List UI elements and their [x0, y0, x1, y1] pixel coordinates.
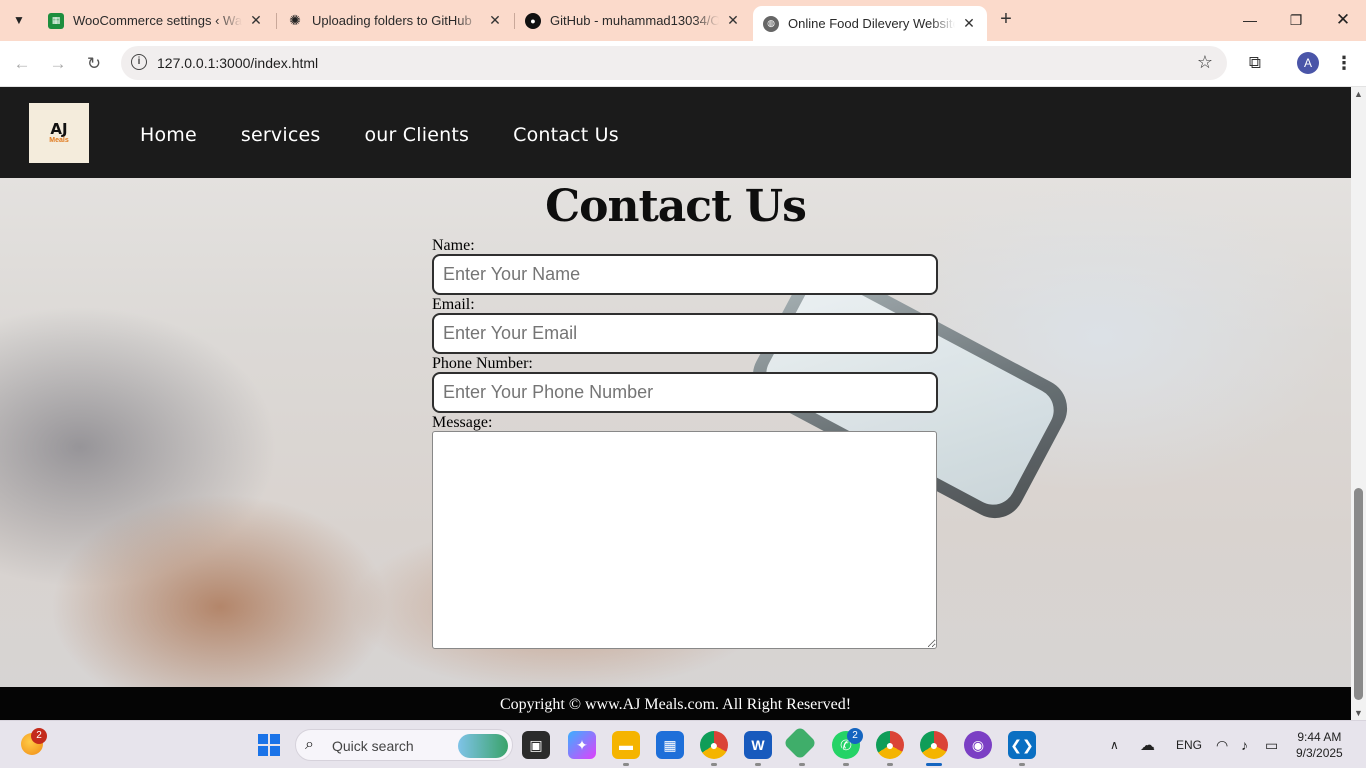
- minimize-icon[interactable]: —: [1238, 8, 1262, 32]
- app-running-indicator: [623, 763, 629, 766]
- chrome-active-icon[interactable]: ●: [920, 731, 948, 759]
- message-label: Message:: [432, 414, 493, 431]
- tab-title: GitHub - muhammad13034/On: [550, 13, 719, 28]
- github-icon: ●: [525, 12, 541, 29]
- contact-title: Contact Us: [545, 181, 807, 232]
- name-input[interactable]: Enter Your Name: [432, 254, 938, 295]
- taskbar-clock[interactable]: 9:44 AM 9/3/2025: [1296, 729, 1343, 761]
- chrome-icon[interactable]: ●: [700, 731, 728, 759]
- app-running-indicator: [887, 763, 893, 766]
- search-highlight-image: [458, 734, 508, 758]
- task-view-icon[interactable]: ▣: [522, 731, 550, 759]
- close-icon[interactable]: ✕: [248, 12, 264, 29]
- vscode-icon[interactable]: ❮❯: [1008, 731, 1036, 759]
- battery-icon[interactable]: ▭: [1265, 721, 1278, 768]
- nav-contact-us[interactable]: Contact Us: [513, 124, 619, 146]
- tab-woocommerce[interactable]: ▦ WooCommerce settings ‹ Wali ✕: [38, 6, 274, 35]
- close-icon[interactable]: ✕: [961, 15, 977, 32]
- site-header: AJ Meals Home services our Clients Conta…: [0, 87, 1351, 178]
- tab-food-delivery[interactable]: ◍ Online Food Dilevery Website| A ✕: [753, 6, 987, 41]
- window-close-icon[interactable]: ✕: [1331, 8, 1355, 32]
- taskbar-search[interactable]: ⌕ Quick search: [295, 729, 513, 761]
- whatsapp-badge: 2: [847, 728, 863, 744]
- reload-icon[interactable]: ↻: [80, 50, 108, 78]
- clock-date: 9/3/2025: [1296, 746, 1343, 760]
- scrollbar-thumb[interactable]: [1354, 488, 1363, 700]
- globe-icon: ◍: [763, 15, 779, 32]
- weather-badge: 2: [31, 728, 47, 744]
- microsoft-store-icon[interactable]: ▦: [656, 731, 684, 759]
- tab-title: Online Food Dilevery Website| A: [788, 16, 955, 31]
- bookmark-star-icon[interactable]: ☆: [1197, 52, 1213, 73]
- address-bar[interactable]: i 127.0.0.1:3000/index.html ☆: [121, 46, 1227, 80]
- page-scrollbar[interactable]: ▲ ▼: [1351, 87, 1366, 720]
- close-icon[interactable]: ✕: [725, 12, 741, 29]
- name-label: Name:: [432, 237, 475, 254]
- openai-icon: ✺: [289, 12, 301, 28]
- phone-input[interactable]: Enter Your Phone Number: [432, 372, 938, 413]
- email-label: Email:: [432, 296, 475, 313]
- profile-avatar[interactable]: A: [1297, 52, 1319, 74]
- chrome-profile-icon[interactable]: ●: [876, 731, 904, 759]
- sheets-icon: ▦: [48, 12, 64, 29]
- search-text: Quick search: [332, 738, 414, 754]
- close-icon[interactable]: ✕: [487, 12, 503, 29]
- app-diamond-icon[interactable]: [783, 726, 817, 760]
- onedrive-cloud-icon[interactable]: ☁: [1140, 721, 1155, 768]
- forward-arrow-icon[interactable]: →: [44, 50, 72, 78]
- tab-strip: ▼ ▦ WooCommerce settings ‹ Wali ✕ ✺ Uplo…: [0, 0, 1366, 41]
- show-hidden-icons-icon[interactable]: ∧: [1110, 721, 1119, 768]
- tab-github[interactable]: ● GitHub - muhammad13034/On ✕: [515, 6, 751, 35]
- language-indicator[interactable]: ENG: [1176, 721, 1202, 768]
- phone-label: Phone Number:: [432, 355, 533, 372]
- app-running-indicator: [843, 763, 849, 766]
- new-tab-button[interactable]: +: [994, 8, 1018, 32]
- windows-taskbar: 2 ⌕ Quick search ▣ ✦ ▬ ▦ ● W ✆ 2 ● ● ◉ ❮…: [0, 720, 1366, 768]
- contact-form: Name: Enter Your Name Email: Enter Your …: [432, 237, 938, 649]
- github-desktop-icon[interactable]: ◉: [964, 731, 992, 759]
- aj-meals-logo[interactable]: AJ Meals: [29, 103, 89, 163]
- clock-time: 9:44 AM: [1297, 730, 1342, 744]
- site-info-icon[interactable]: i: [131, 54, 147, 70]
- app-running-indicator: [799, 763, 805, 766]
- windows-start-icon[interactable]: [258, 734, 280, 756]
- page-viewport: AJ Meals Home services our Clients Conta…: [0, 87, 1351, 720]
- wifi-icon[interactable]: ◠: [1216, 721, 1228, 768]
- app-running-indicator: [755, 763, 761, 766]
- browser-toolbar: ← → ↻ i 127.0.0.1:3000/index.html ☆ ⧉ A …: [0, 41, 1366, 87]
- scroll-up-arrow-icon[interactable]: ▲: [1353, 89, 1364, 99]
- file-explorer-icon[interactable]: ▬: [612, 731, 640, 759]
- logo-sub: Meals: [49, 136, 69, 144]
- tab-uploading-folders[interactable]: ✺ Uploading folders to GitHub ✕: [277, 6, 513, 35]
- scroll-down-arrow-icon[interactable]: ▼: [1353, 708, 1364, 718]
- search-icon: ⌕: [305, 736, 314, 753]
- chevron-down-icon: ▼: [13, 13, 25, 27]
- main-nav: Home services our Clients Contact Us: [140, 124, 663, 146]
- app-running-indicator: [711, 763, 717, 766]
- nav-our-clients[interactable]: our Clients: [364, 124, 469, 146]
- logo-mark: AJ: [50, 119, 68, 138]
- nav-services[interactable]: services: [241, 124, 321, 146]
- word-icon[interactable]: W: [744, 731, 772, 759]
- copilot-icon[interactable]: ✦: [568, 731, 596, 759]
- kebab-menu-icon[interactable]: ⋮: [1334, 51, 1354, 75]
- extensions-icon[interactable]: ⧉: [1243, 51, 1267, 75]
- tab-title: WooCommerce settings ‹ Wali: [73, 13, 242, 28]
- volume-icon[interactable]: ♪: [1241, 721, 1248, 768]
- app-active-indicator: [926, 763, 942, 766]
- back-arrow-icon[interactable]: ←: [8, 50, 36, 78]
- nav-home[interactable]: Home: [140, 124, 197, 146]
- app-running-indicator: [1019, 763, 1025, 766]
- tab-title: Uploading folders to GitHub: [312, 13, 472, 28]
- url-text[interactable]: 127.0.0.1:3000/index.html: [157, 55, 318, 71]
- restore-icon[interactable]: ❐: [1284, 8, 1308, 32]
- tab-search-button[interactable]: ▼: [6, 7, 32, 33]
- email-input[interactable]: Enter Your Email: [432, 313, 938, 354]
- message-textarea[interactable]: [432, 431, 937, 649]
- site-footer: Copyright © www.AJ Meals.com. All Right …: [0, 687, 1351, 720]
